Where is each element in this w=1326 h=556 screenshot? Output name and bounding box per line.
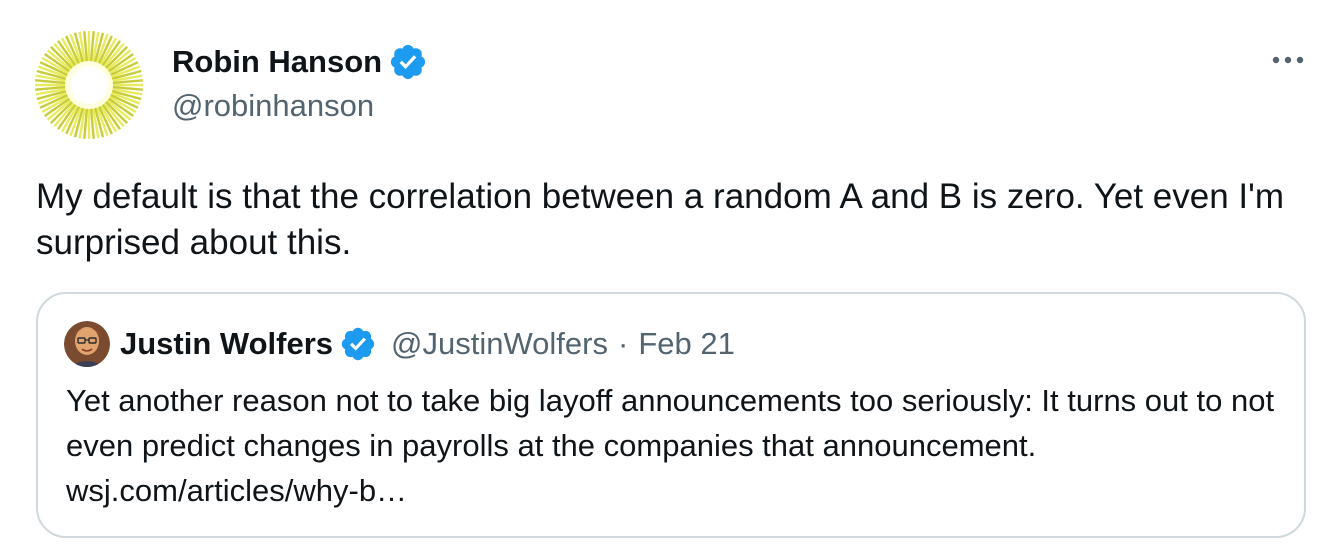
author-name-text: Robin Hanson [172, 44, 383, 79]
quoted-tweet-text: Yet another reason not to take big layof… [66, 383, 1275, 508]
quoted-author-avatar[interactable] [64, 321, 110, 367]
more-options-icon[interactable] [1266, 44, 1310, 76]
quoted-author-name[interactable]: Justin Wolfers [120, 326, 333, 362]
verified-badge-icon [341, 327, 375, 361]
quoted-tweet-header: Justin Wolfers @JustinWolfers · Feb 21 [64, 318, 735, 370]
verified-badge-icon [391, 44, 426, 80]
separator-dot: · [618, 326, 629, 361]
author-avatar[interactable] [34, 30, 144, 140]
quoted-tweet[interactable]: Justin Wolfers @JustinWolfers · Feb 21 Y… [36, 292, 1306, 538]
quoted-author-handle[interactable]: @JustinWolfers [391, 326, 608, 362]
quoted-tweet-date[interactable]: Feb 21 [638, 326, 735, 362]
author-name[interactable]: Robin Hanson [172, 42, 428, 82]
tweet-text: My default is that the correlation betwe… [36, 177, 1284, 262]
sunburst-avatar-icon [34, 30, 144, 140]
profile-photo-avatar-icon [64, 321, 110, 367]
author-handle[interactable]: @robinhanson [172, 88, 374, 124]
tweet-card: Robin Hanson @robinhanson My default is … [0, 0, 1326, 556]
